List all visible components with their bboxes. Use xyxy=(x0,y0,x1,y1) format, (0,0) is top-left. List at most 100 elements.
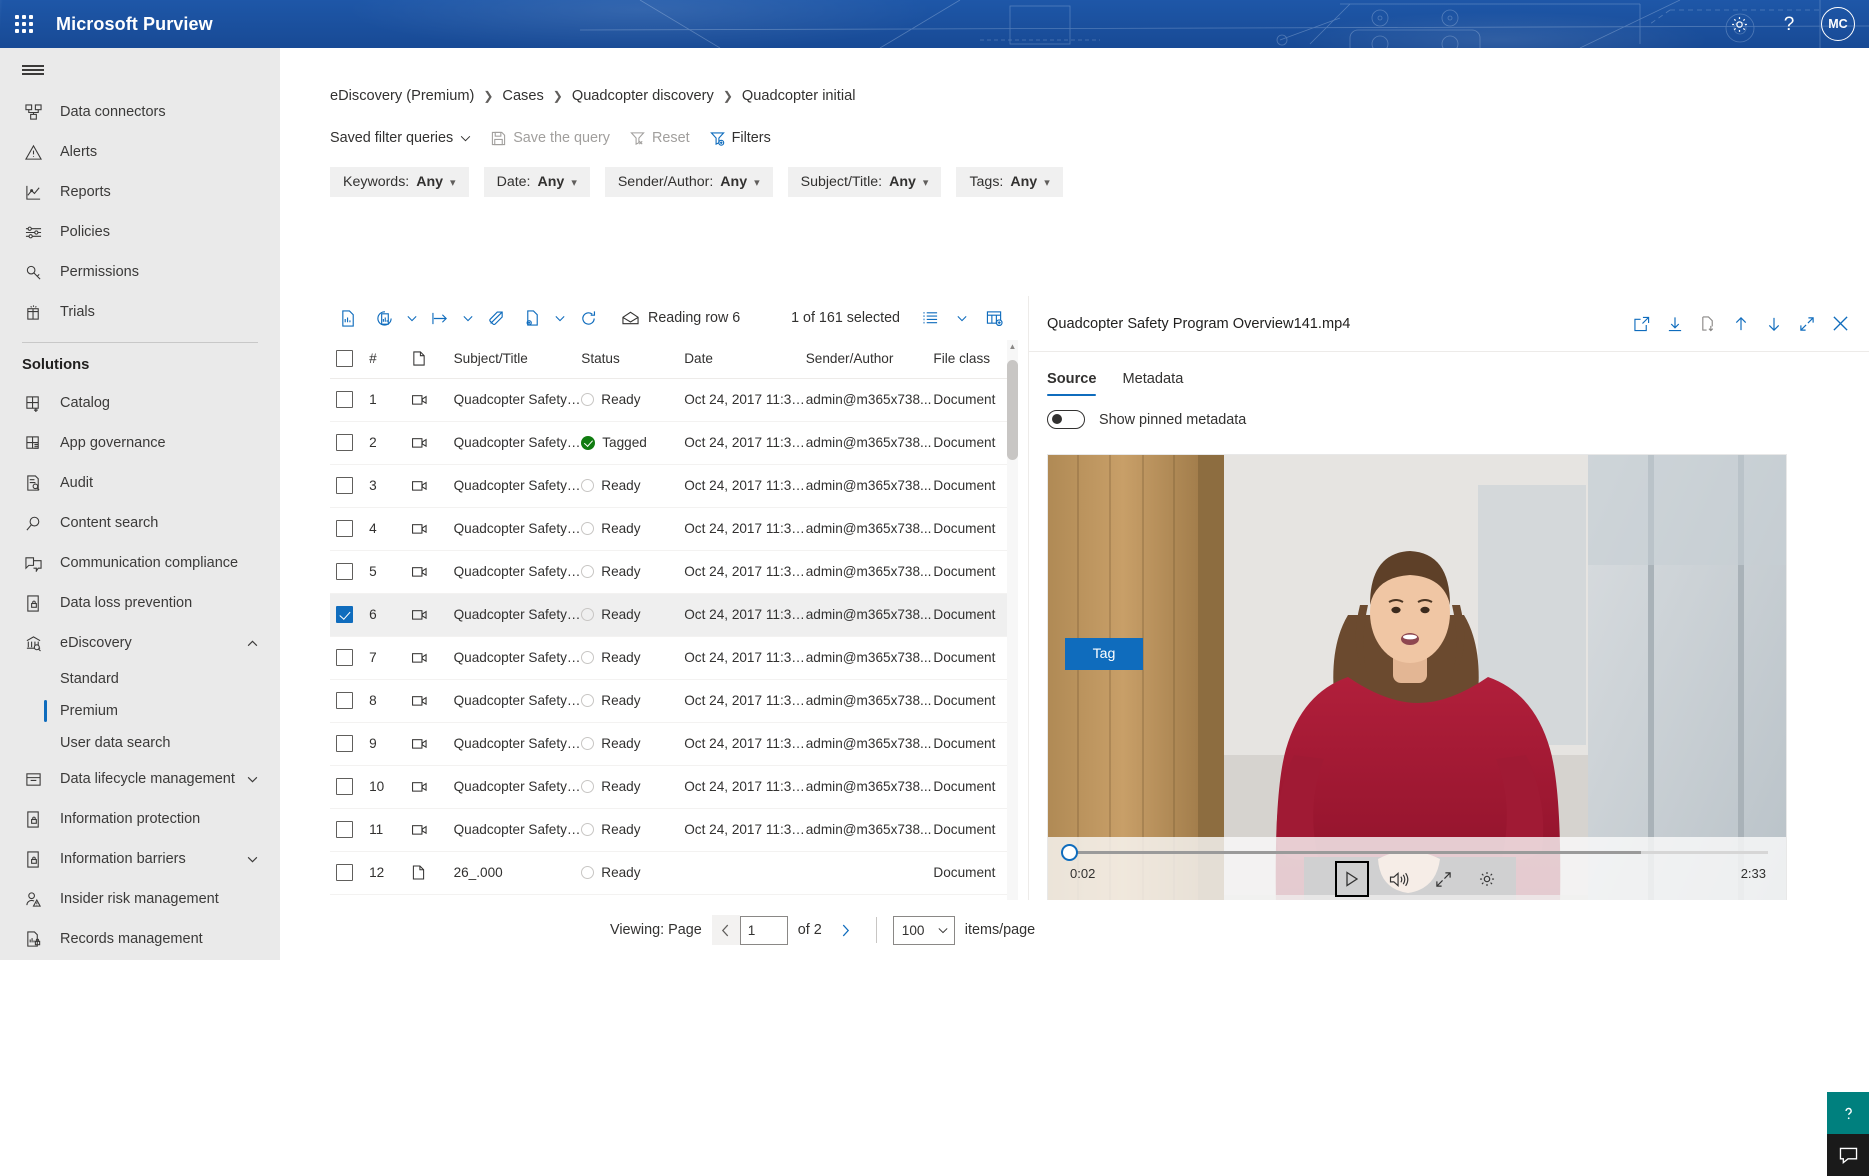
avatar[interactable]: MC xyxy=(1821,7,1855,41)
fullscreen-icon[interactable] xyxy=(1429,865,1457,893)
close-icon[interactable] xyxy=(1825,308,1855,340)
row-checkbox[interactable] xyxy=(336,649,353,666)
row-select-cell[interactable] xyxy=(330,464,369,507)
table-row[interactable]: 9Quadcopter Safety ...ReadyOct 24, 2017 … xyxy=(330,722,1012,765)
row-checkbox[interactable] xyxy=(336,391,353,408)
row-checkbox[interactable] xyxy=(336,735,353,752)
sidebar-item-premium[interactable]: Premium xyxy=(0,695,280,727)
sidebar-item-app-governance[interactable]: App governance xyxy=(0,423,280,463)
breadcrumb-item-ediscovery-premium[interactable]: eDiscovery (Premium) xyxy=(330,88,474,104)
next-page-button[interactable] xyxy=(832,915,860,945)
reading-row-indicator[interactable]: Reading row 6 xyxy=(622,310,740,326)
export-report-icon[interactable] xyxy=(330,302,366,334)
list-vertical-scrollbar[interactable]: ▲ ▼ xyxy=(1007,340,1018,918)
header-file-type[interactable] xyxy=(412,340,453,378)
row-select-cell[interactable] xyxy=(330,507,369,550)
volume-icon[interactable] xyxy=(1385,865,1413,893)
sidebar-item-communication-compliance[interactable]: Communication compliance xyxy=(0,543,280,583)
row-select-cell[interactable] xyxy=(330,378,369,421)
table-row[interactable]: 3Quadcopter Safety ...ReadyOct 24, 2017 … xyxy=(330,464,1012,507)
column-options-icon[interactable] xyxy=(976,302,1012,334)
refresh-icon[interactable] xyxy=(570,302,606,334)
row-select-cell[interactable] xyxy=(330,722,369,765)
header-status[interactable]: Status xyxy=(581,340,684,378)
next-item-icon[interactable] xyxy=(1759,308,1789,340)
breadcrumb-item-cases[interactable]: Cases xyxy=(502,88,543,104)
previous-item-icon[interactable] xyxy=(1726,308,1756,340)
row-checkbox[interactable] xyxy=(336,692,353,709)
move-to-chevron-down-icon[interactable] xyxy=(458,302,478,334)
sidebar-item-trials[interactable]: Trials xyxy=(0,292,280,332)
row-select-cell[interactable] xyxy=(330,593,369,636)
sidebar-item-policies[interactable]: Policies xyxy=(0,212,280,252)
tag-icon[interactable] xyxy=(478,302,514,334)
row-select-cell[interactable] xyxy=(330,421,369,464)
row-select-cell[interactable] xyxy=(330,851,369,894)
previous-page-button[interactable] xyxy=(712,915,740,945)
sidebar-item-standard[interactable]: Standard xyxy=(0,663,280,695)
analyze-chevron-down-icon[interactable] xyxy=(402,302,422,334)
breadcrumb-item-quadcopter-initial[interactable]: Quadcopter initial xyxy=(742,88,856,104)
row-checkbox[interactable] xyxy=(336,520,353,537)
expand-icon[interactable] xyxy=(1792,308,1822,340)
play-button[interactable] xyxy=(1335,861,1369,897)
filter-pill-tags[interactable]: Tags: Any ▾ xyxy=(956,167,1062,197)
sidebar-item-catalog[interactable]: Catalog xyxy=(0,383,280,423)
gear-icon[interactable] xyxy=(1717,0,1761,48)
video-settings-gear-icon[interactable] xyxy=(1473,865,1501,893)
filter-pill-keywords[interactable]: Keywords: Any ▾ xyxy=(330,167,469,197)
breadcrumb-item-quadcopter-discovery[interactable]: Quadcopter discovery xyxy=(572,88,714,104)
row-select-cell[interactable] xyxy=(330,765,369,808)
row-checkbox[interactable] xyxy=(336,606,353,623)
filter-pill-sender-author[interactable]: Sender/Author: Any ▾ xyxy=(605,167,773,197)
row-checkbox[interactable] xyxy=(336,477,353,494)
show-pinned-metadata-toggle[interactable] xyxy=(1047,410,1085,429)
sidebar-item-information-barriers[interactable]: Information barriers xyxy=(0,839,280,879)
saved-filter-queries-dropdown[interactable]: Saved filter queries xyxy=(330,130,471,146)
chevron-up-icon[interactable] xyxy=(247,640,258,647)
reset-button[interactable]: Reset xyxy=(630,130,690,146)
table-row[interactable]: 10Quadcopter Safety ...ReadyOct 24, 2017… xyxy=(330,765,1012,808)
tab-metadata[interactable]: Metadata xyxy=(1122,371,1183,396)
scroll-thumb[interactable] xyxy=(1007,360,1018,460)
page-number-input[interactable] xyxy=(740,916,788,945)
sidebar-item-user-data-search[interactable]: User data search xyxy=(0,727,280,759)
sidebar-item-permissions[interactable]: Permissions xyxy=(0,252,280,292)
feedback-floating-icon[interactable] xyxy=(1827,1134,1869,1176)
export-chevron-down-icon[interactable] xyxy=(550,302,570,334)
filter-pill-subject-title[interactable]: Subject/Title: Any ▾ xyxy=(788,167,942,197)
download-icon[interactable] xyxy=(1660,308,1690,340)
table-row[interactable]: 7Quadcopter Safety ...ReadyOct 24, 2017 … xyxy=(330,636,1012,679)
table-row[interactable]: 1226_.000ReadyDocument xyxy=(330,851,1012,894)
table-row[interactable]: 1Quadcopter Safety ...ReadyOct 24, 2017 … xyxy=(330,378,1012,421)
table-row[interactable]: 5Quadcopter Safety ...ReadyOct 24, 2017 … xyxy=(330,550,1012,593)
seek-handle[interactable] xyxy=(1061,844,1078,861)
filter-pill-date[interactable]: Date: Any ▾ xyxy=(484,167,590,197)
analyze-icon[interactable] xyxy=(366,302,402,334)
header-sender-author[interactable]: Sender/Author xyxy=(806,340,934,378)
video-frame[interactable]: 0:02 2:33 xyxy=(1047,454,1787,904)
move-to-icon[interactable] xyxy=(422,302,458,334)
list-view-icon[interactable] xyxy=(912,302,948,334)
items-per-page-select[interactable]: 100 xyxy=(893,916,955,945)
sidebar-item-content-search[interactable]: Content search xyxy=(0,503,280,543)
table-row[interactable]: 2Quadcopter Safety ...TaggedOct 24, 2017… xyxy=(330,421,1012,464)
app-launcher-icon[interactable] xyxy=(0,0,48,48)
tag-button[interactable]: Tag xyxy=(1065,638,1143,670)
table-row[interactable]: 11Quadcopter Safety ...ReadyOct 24, 2017… xyxy=(330,808,1012,851)
sidebar-item-data-connectors[interactable]: Data connectors xyxy=(0,92,280,132)
header-file-class[interactable]: File class xyxy=(933,340,1012,378)
row-checkbox[interactable] xyxy=(336,434,353,451)
select-all-checkbox[interactable] xyxy=(336,350,353,367)
sidebar-item-audit[interactable]: Audit xyxy=(0,463,280,503)
list-view-chevron-down-icon[interactable] xyxy=(952,302,972,334)
sidebar-item-records-management[interactable]: Records management xyxy=(0,919,280,959)
sidebar-item-ediscovery[interactable]: eDiscovery xyxy=(0,623,280,663)
sidebar-item-information-protection[interactable]: Information protection xyxy=(0,799,280,839)
help-icon[interactable]: ? xyxy=(1767,0,1811,48)
hamburger-icon[interactable] xyxy=(0,48,280,92)
header-date[interactable]: Date xyxy=(684,340,806,378)
save-the-query-button[interactable]: Save the query xyxy=(491,130,610,146)
download-original-icon[interactable] xyxy=(1693,308,1723,340)
sidebar-item-data-lifecycle-management[interactable]: Data lifecycle management xyxy=(0,759,280,799)
